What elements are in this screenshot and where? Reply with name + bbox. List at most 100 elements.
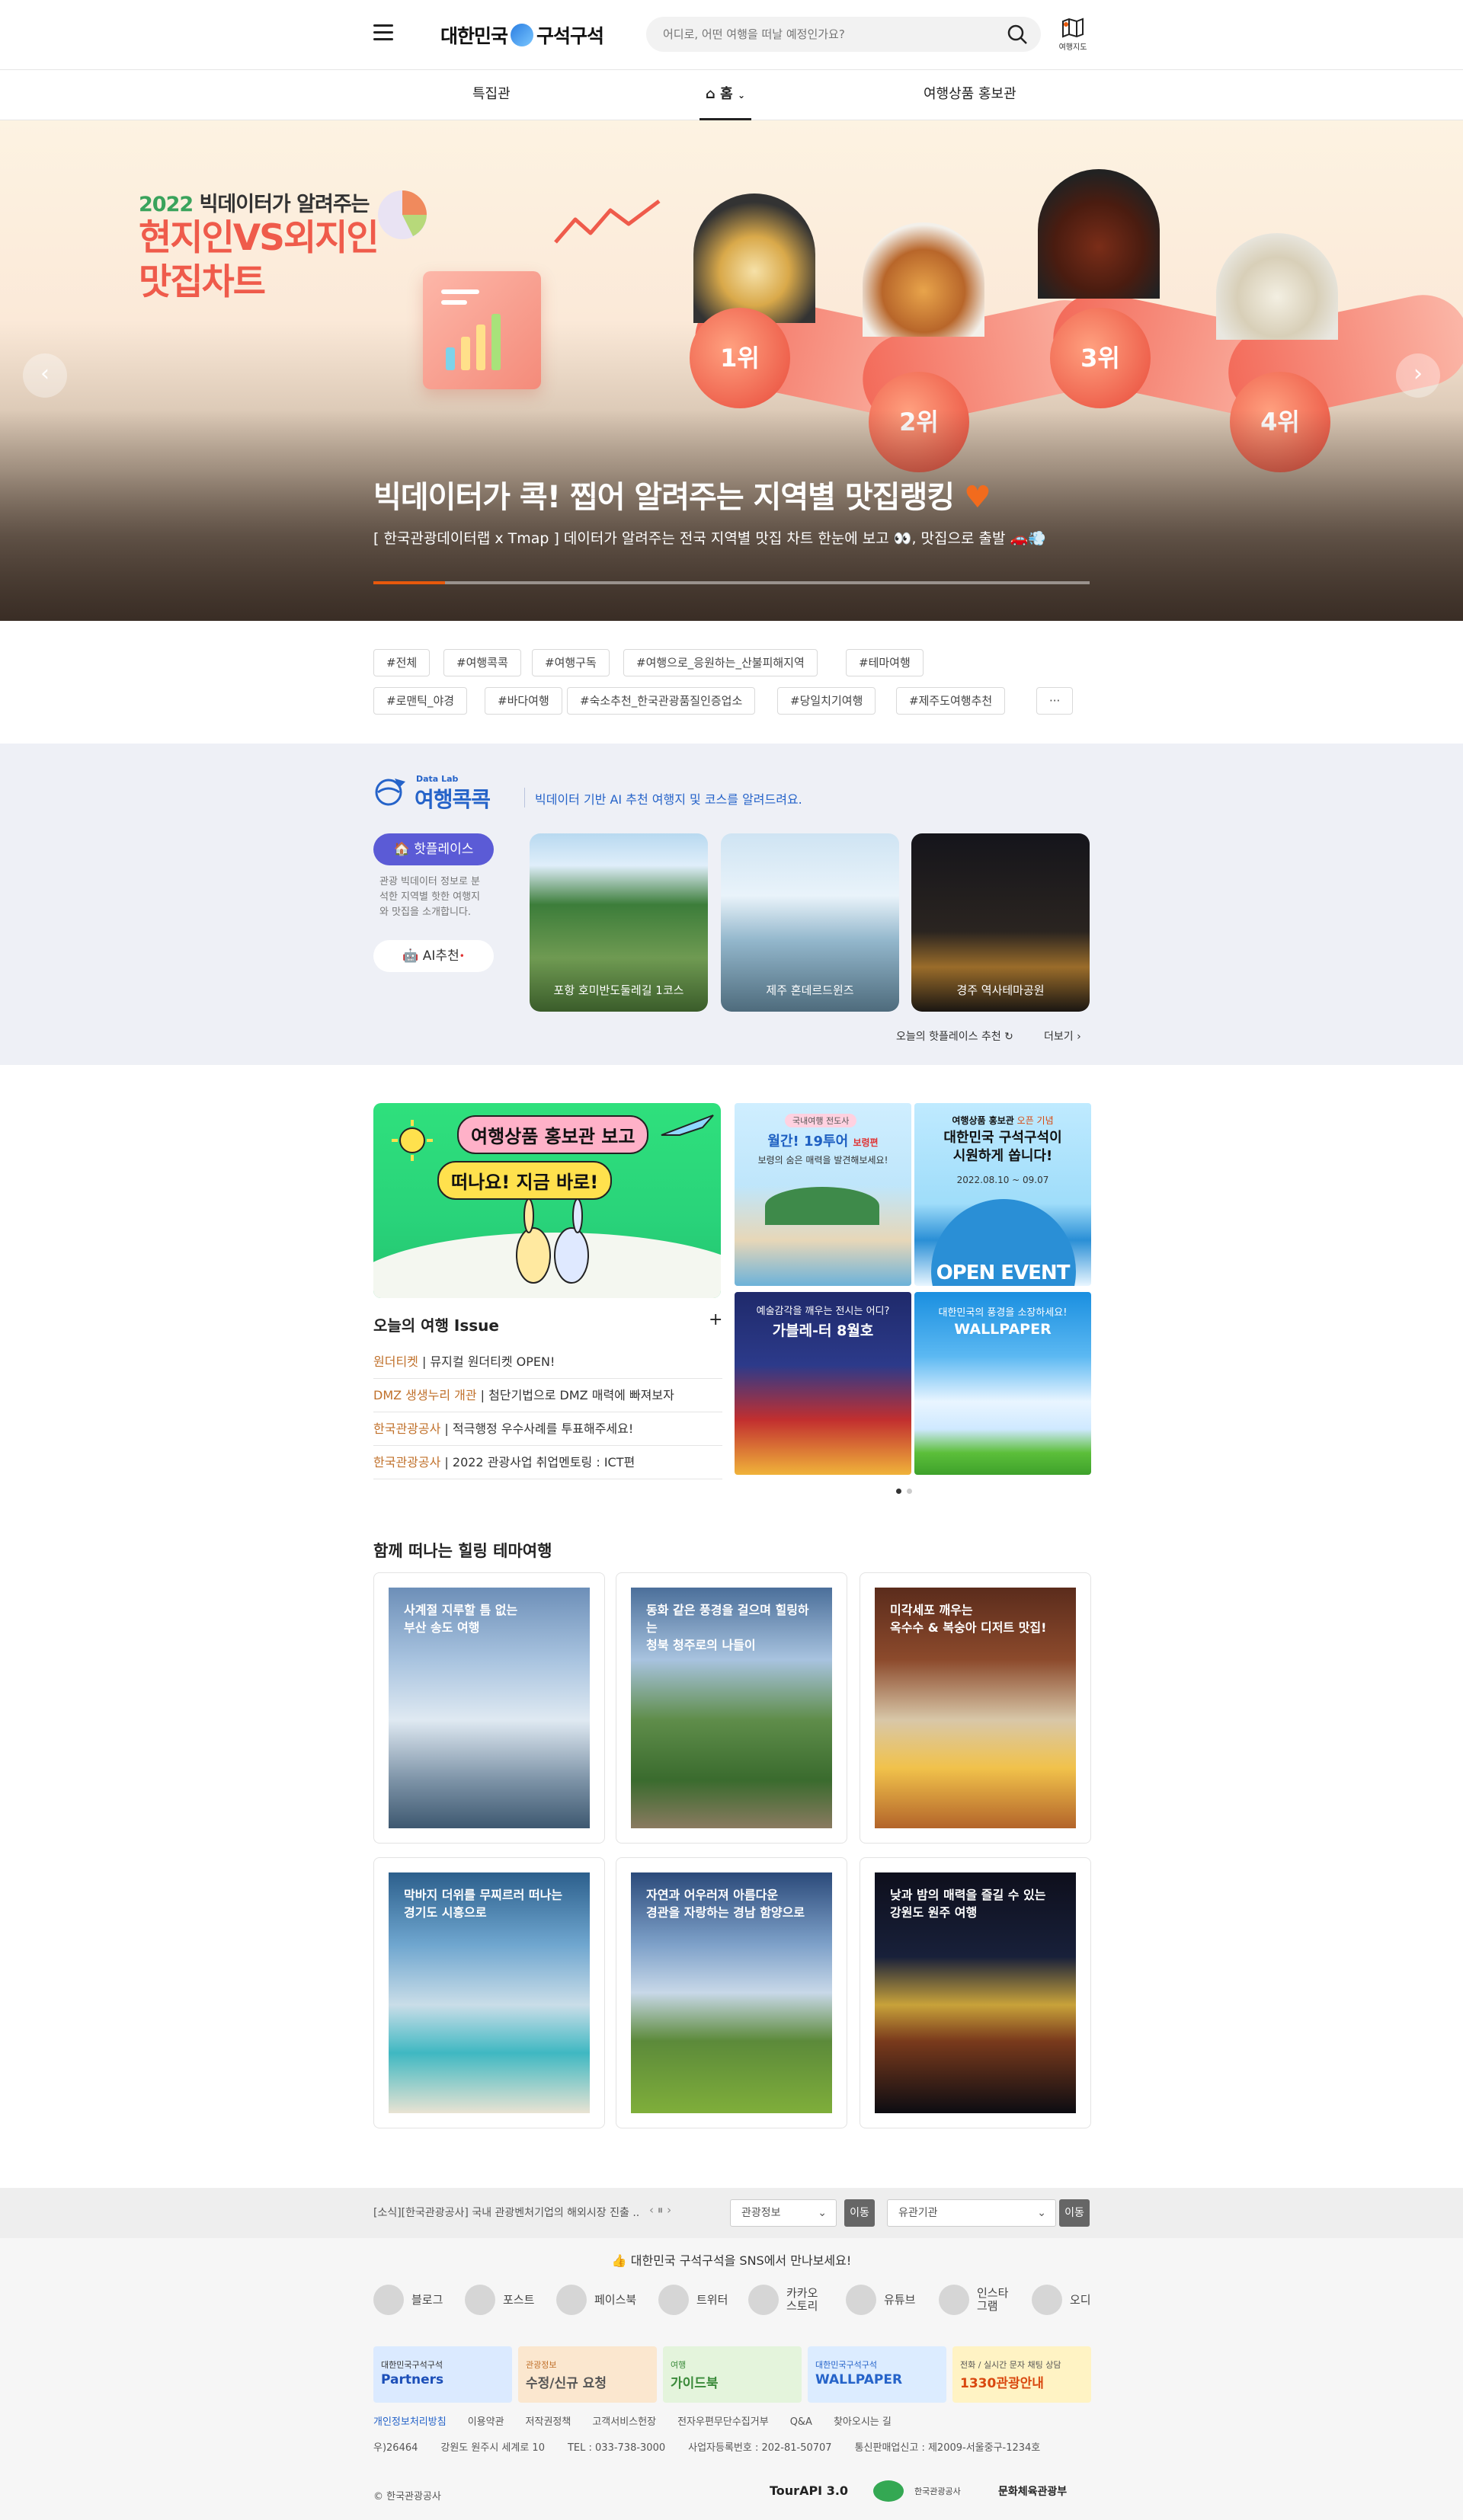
sns-label: 블로그 bbox=[411, 2292, 443, 2307]
pie-chart-icon bbox=[378, 190, 427, 239]
footer-link[interactable]: 이용약관 bbox=[468, 2416, 504, 2428]
site-logo[interactable]: 대한민국 구석구석 bbox=[440, 21, 604, 49]
go-button[interactable]: 이동 bbox=[844, 2199, 875, 2227]
tile-gallery[interactable]: 예술감각을 깨우는 전시는 어디? 가블레-터 8월호 bbox=[735, 1292, 911, 1475]
hashtag-chip[interactable]: #로맨틱_야경 bbox=[373, 687, 468, 715]
hashtag-chip[interactable]: #전체 bbox=[373, 649, 431, 676]
tile-19tour[interactable]: 국내여행 전도사 월간! 19투어 보령편 보령의 숨은 매력을 발견해보세요! bbox=[735, 1103, 911, 1286]
footer-banner[interactable]: 대한민국구석구석 Partners bbox=[373, 2346, 512, 2403]
today-hotplace-refresh[interactable]: 오늘의 핫플레이스 추천 ↻ bbox=[896, 1028, 1013, 1044]
footer-link[interactable]: 고객서비스헌장 bbox=[592, 2416, 656, 2428]
hashtag-chip[interactable]: #여행으로_응원하는_산불피해지역 bbox=[623, 649, 818, 676]
ai-recommend-button[interactable]: 🤖 AI추천• bbox=[373, 940, 494, 972]
sns-link-youtube[interactable]: 유튜브 bbox=[846, 2284, 915, 2316]
footer-link[interactable]: 저작권정책 bbox=[526, 2416, 571, 2428]
issue-source: DMZ 생생누리 개관 bbox=[373, 1388, 477, 1402]
tiles-pager-dot[interactable] bbox=[907, 1489, 912, 1494]
issue-separator: | bbox=[476, 1388, 489, 1402]
theme-card[interactable]: 미각세포 깨우는 옥수수 & 복숭아 디저트 맛집! bbox=[860, 1572, 1091, 1844]
theme-card-image: 낮과 밤의 매력을 즐길 수 있는 강원도 원주 여행 bbox=[875, 1872, 1076, 2113]
sns-link-kakao[interactable]: 카카오 스토리 bbox=[748, 2284, 818, 2316]
theme-card[interactable]: 사계절 지루할 틈 없는 부산 송도 여행 bbox=[373, 1572, 605, 1844]
hero-subtitle: [ 한국관광데이터랩 x Tmap ] 데이터가 알려주는 전국 지역별 맛집 … bbox=[373, 530, 1046, 547]
nav-tab-home[interactable]: ⌂ 홈 ⌄ bbox=[699, 70, 752, 120]
kto-logo[interactable]: 한국관광공사 bbox=[914, 2485, 961, 2497]
tile-badge: 국내여행 전도사 bbox=[785, 1114, 857, 1127]
sns-link-blog[interactable]: 블로그 bbox=[373, 2284, 443, 2316]
hashtag-chip[interactable]: #바다여행 bbox=[485, 687, 562, 715]
issue-separator: | bbox=[418, 1354, 431, 1369]
today-hotplace-label: 오늘의 핫플레이스 추천 bbox=[896, 1031, 1001, 1043]
theme-card-line: 강원도 원주 여행 bbox=[890, 1905, 978, 1920]
footer-banner[interactable]: 대한민국구석구석 WALLPAPER bbox=[808, 2346, 946, 2403]
theme-card-line: 경관을 자랑하는 경남 함양으로 bbox=[646, 1905, 805, 1920]
related-org-select[interactable]: 유관기관 ⌄ bbox=[887, 2199, 1056, 2227]
sns-label: 페이스북 bbox=[594, 2292, 637, 2307]
notice-text[interactable]: [소식][한국관광공사] 국내 관광벤처기업의 해외시장 진출 ... bbox=[373, 2205, 640, 2220]
sns-link-post[interactable]: 포스트 bbox=[465, 2284, 534, 2316]
mcst-logo[interactable]: 문화체육관광부 bbox=[998, 2483, 1067, 2499]
hashtag-chip[interactable]: ··· bbox=[1036, 687, 1074, 715]
footer-banner[interactable]: 전화 / 실시간 문자 채팅 상담 1330관광안내 bbox=[952, 2346, 1091, 2403]
travel-map-button[interactable]: 여행지도 bbox=[1058, 17, 1088, 53]
tiles-pager-dot-active[interactable] bbox=[896, 1489, 901, 1494]
hero-prev-button[interactable]: ‹ bbox=[23, 353, 67, 398]
tour-info-select[interactable]: 관광정보 ⌄ bbox=[730, 2199, 837, 2227]
theme-card[interactable]: 낮과 밤의 매력을 즐길 수 있는 강원도 원주 여행 bbox=[860, 1857, 1091, 2128]
hero-title[interactable]: 빅데이터가 콕! 찝어 알려주는 지역별 맛집랭킹 ♥ bbox=[373, 472, 991, 516]
hotplace-card-1[interactable]: 포항 호미반도둘레길 1코스 bbox=[530, 833, 708, 1012]
hashtag-chip[interactable]: #제주도여행추천 bbox=[896, 687, 1006, 715]
search-input[interactable] bbox=[646, 17, 1041, 52]
footer-banner[interactable]: 관광정보 수정/신규 요청 bbox=[518, 2346, 657, 2403]
theme-card[interactable]: 자연과 어우러져 아름다운 경관을 자랑하는 경남 함양으로 bbox=[616, 1857, 847, 2128]
datalab-more-link[interactable]: 더보기 › bbox=[1044, 1028, 1081, 1044]
theme-card-line: 사계절 지루할 틈 없는 bbox=[404, 1603, 518, 1617]
footer-link[interactable]: Q&A bbox=[790, 2416, 812, 2428]
hotplace-button[interactable]: 🏠 핫플레이스 bbox=[373, 833, 494, 865]
hotplace-card-2[interactable]: 제주 혼데르드윈즈 bbox=[721, 833, 899, 1012]
hashtag-chip[interactable]: #여행콕콕 bbox=[443, 649, 521, 676]
footer-banner[interactable]: 여행 가이드북 bbox=[663, 2346, 802, 2403]
sns-link-twitter[interactable]: 트위터 bbox=[658, 2284, 728, 2316]
theme-card[interactable]: 막바지 더위를 무찌르러 떠나는 경기도 시흥으로 bbox=[373, 1857, 605, 2128]
hero-next-button[interactable]: › bbox=[1396, 353, 1440, 398]
theme-card-line: 청북 청주로의 나들이 bbox=[646, 1638, 756, 1652]
issue-item[interactable]: 원더티켓 | 뮤지컬 원더티켓 OPEN! bbox=[373, 1345, 722, 1379]
nav-tab-special[interactable]: 특집관 bbox=[472, 70, 511, 120]
issue-item[interactable]: 한국관광공사 | 2022 관광사업 취업멘토링 : ICT편 bbox=[373, 1446, 722, 1479]
hashtag-chip[interactable]: #당일치기여행 bbox=[777, 687, 876, 715]
chevron-left-icon[interactable]: ‹ bbox=[649, 2203, 654, 2217]
bar-chart-board-icon bbox=[423, 271, 541, 389]
hotplace-card-3[interactable]: 경주 역사테마공원 bbox=[911, 833, 1090, 1012]
hotplace-label: 핫플레이스 bbox=[414, 842, 474, 857]
issue-item[interactable]: 한국관광공사 | 적극행정 우수사례를 투표해주세요! bbox=[373, 1412, 722, 1446]
issue-item[interactable]: DMZ 생생누리 개관 | 첨단기법으로 DMZ 매력에 빠져보자 bbox=[373, 1379, 722, 1412]
theme-card-caption: 자연과 어우러져 아름다운 경관을 자랑하는 경남 함양으로 bbox=[646, 1886, 817, 1921]
sns-link-instagram[interactable]: 인스타 그램 bbox=[939, 2284, 1008, 2316]
hashtag-chip[interactable]: #숙소추천_한국관광품질인증업소 bbox=[567, 687, 756, 715]
footer-link[interactable]: 개인정보처리방침 bbox=[373, 2416, 447, 2428]
tile-open-event[interactable]: 여행상품 홍보관 오픈 기념 대한민국 구석구석이 시원하게 쏩니다! 2022.… bbox=[914, 1103, 1091, 1286]
theme-card-caption: 동화 같은 풍경을 걸으며 힐링하는 청북 청주로의 나들이 bbox=[646, 1601, 817, 1654]
go-button[interactable]: 이동 bbox=[1059, 2199, 1090, 2227]
chevron-right-icon[interactable]: › bbox=[667, 2203, 671, 2217]
footer-link[interactable]: 전자우편무단수집거부 bbox=[677, 2416, 769, 2428]
issue-more-button[interactable]: + bbox=[709, 1310, 722, 1329]
tile-wallpaper[interactable]: 대한민국의 풍경을 소장하세요! WALLPAPER bbox=[914, 1292, 1091, 1475]
hashtag-chip[interactable]: #여행구독 bbox=[532, 649, 610, 676]
hero-kicker: 2022 빅데이터가 알려주는 bbox=[139, 187, 370, 217]
tourapi-logo[interactable]: TourAPI 3.0 bbox=[770, 2483, 848, 2498]
search-icon[interactable] bbox=[1006, 23, 1029, 46]
footer-link[interactable]: 찾아오시는 길 bbox=[834, 2416, 892, 2428]
sns-link-facebook[interactable]: 페이스북 bbox=[556, 2284, 636, 2316]
footer-address-item: 우)26464 bbox=[373, 2442, 418, 2454]
theme-card[interactable]: 동화 같은 풍경을 걸으며 힐링하는 청북 청주로의 나들이 bbox=[616, 1572, 847, 1844]
select-value: 관광정보 bbox=[741, 2207, 781, 2219]
promo-banner[interactable]: 여행상품 홍보관 보고 떠나요! 지금 바로! bbox=[373, 1103, 721, 1298]
nav-tab-products[interactable]: 여행상품 홍보관 bbox=[924, 70, 1016, 120]
pause-icon[interactable]: ⏸ bbox=[658, 2203, 664, 2217]
hiseoul-logo-icon[interactable] bbox=[873, 2480, 904, 2502]
sns-link-odii[interactable]: 오디 bbox=[1032, 2284, 1091, 2316]
menu-icon[interactable] bbox=[373, 24, 393, 41]
hashtag-chip[interactable]: #테마여행 bbox=[846, 649, 924, 676]
